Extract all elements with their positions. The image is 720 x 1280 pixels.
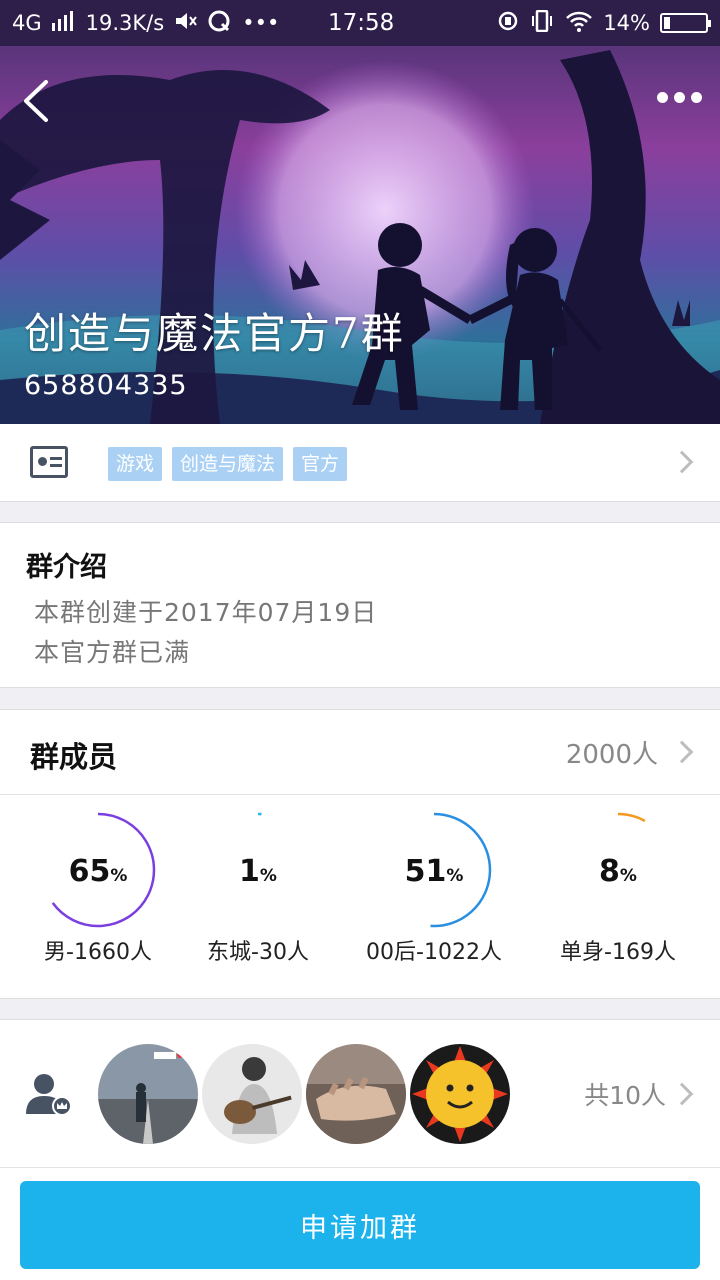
member-admin-icon: [26, 1074, 72, 1116]
member-avatar[interactable]: [98, 1044, 198, 1144]
more-options-icon[interactable]: [657, 92, 702, 103]
bottom-bar: 申请加群: [0, 1167, 720, 1280]
stat-percent: 1%: [239, 854, 277, 889]
more-notifications-icon: •••: [242, 11, 280, 35]
tag-official: 官方: [293, 447, 348, 481]
member-avatar[interactable]: [410, 1044, 510, 1144]
wifi-icon: [565, 10, 593, 37]
group-tags-row[interactable]: 游戏 创造与魔法 官方: [0, 424, 720, 502]
group-intro-section: 群介绍 本群创建于2017年07月19日 本官方群已满: [0, 522, 720, 688]
member-avatar[interactable]: [202, 1044, 302, 1144]
network-speed: 19.3K/s: [85, 11, 165, 35]
member-avatar[interactable]: [306, 1044, 406, 1144]
status-bar: 4G 19.3K/s ••• 17:58 14%: [0, 0, 720, 46]
stat-percent: 51%: [404, 854, 464, 889]
members-count: 2000人: [565, 740, 658, 770]
member-total: 共10人: [584, 1081, 666, 1110]
stat-percent: 8%: [599, 854, 637, 889]
members-heading: 群成员: [30, 740, 118, 774]
stat-gender: 65% 男-1660人: [8, 810, 188, 990]
clock: 17:58: [328, 10, 395, 36]
members-header[interactable]: 群成员 2000人: [0, 710, 720, 795]
id-card-icon: [30, 446, 68, 478]
stat-age: 51% 00后-1022人: [344, 810, 524, 990]
stat-label: 00后-1022人: [366, 940, 502, 965]
chevron-right-icon: [670, 450, 694, 474]
stat-label: 男-1660人: [44, 940, 152, 965]
back-icon[interactable]: [16, 76, 56, 126]
tag-game: 游戏: [108, 447, 163, 481]
signal-icon: [51, 10, 76, 36]
members-section: 群成员 2000人 65% 男-1660人 1% 东城-30人 51% 00后-…: [0, 709, 720, 999]
battery-icon: [660, 13, 711, 33]
qq-icon: [208, 10, 232, 37]
group-cover: 创造与魔法官方7群 658804335: [0, 0, 720, 424]
intro-heading: 群介绍: [26, 552, 107, 583]
member-avatars-row[interactable]: 共10人: [0, 1019, 720, 1167]
chevron-right-icon: [670, 1082, 694, 1106]
stat-label: 单身-169人: [560, 940, 676, 965]
battery-percent: 14%: [603, 11, 650, 35]
apply-join-button[interactable]: 申请加群: [20, 1181, 700, 1269]
rotation-icon: [497, 10, 519, 37]
tag-creation-magic: 创造与魔法: [172, 447, 284, 481]
stat-location: 1% 东城-30人: [168, 810, 348, 990]
chevron-right-icon: [670, 740, 694, 764]
stat-single: 8% 单身-169人: [528, 810, 708, 990]
vibrate-icon: [529, 9, 555, 37]
group-id: 658804335: [24, 370, 188, 401]
intro-line-full: 本官方群已满: [34, 638, 191, 667]
group-name: 创造与魔法官方7群: [24, 309, 405, 358]
intro-line-created: 本群创建于2017年07月19日: [34, 598, 378, 627]
network-indicator: 4G: [12, 11, 42, 35]
mute-icon: [174, 11, 198, 36]
stat-label: 东城-30人: [207, 940, 309, 965]
stat-percent: 65%: [68, 854, 128, 889]
